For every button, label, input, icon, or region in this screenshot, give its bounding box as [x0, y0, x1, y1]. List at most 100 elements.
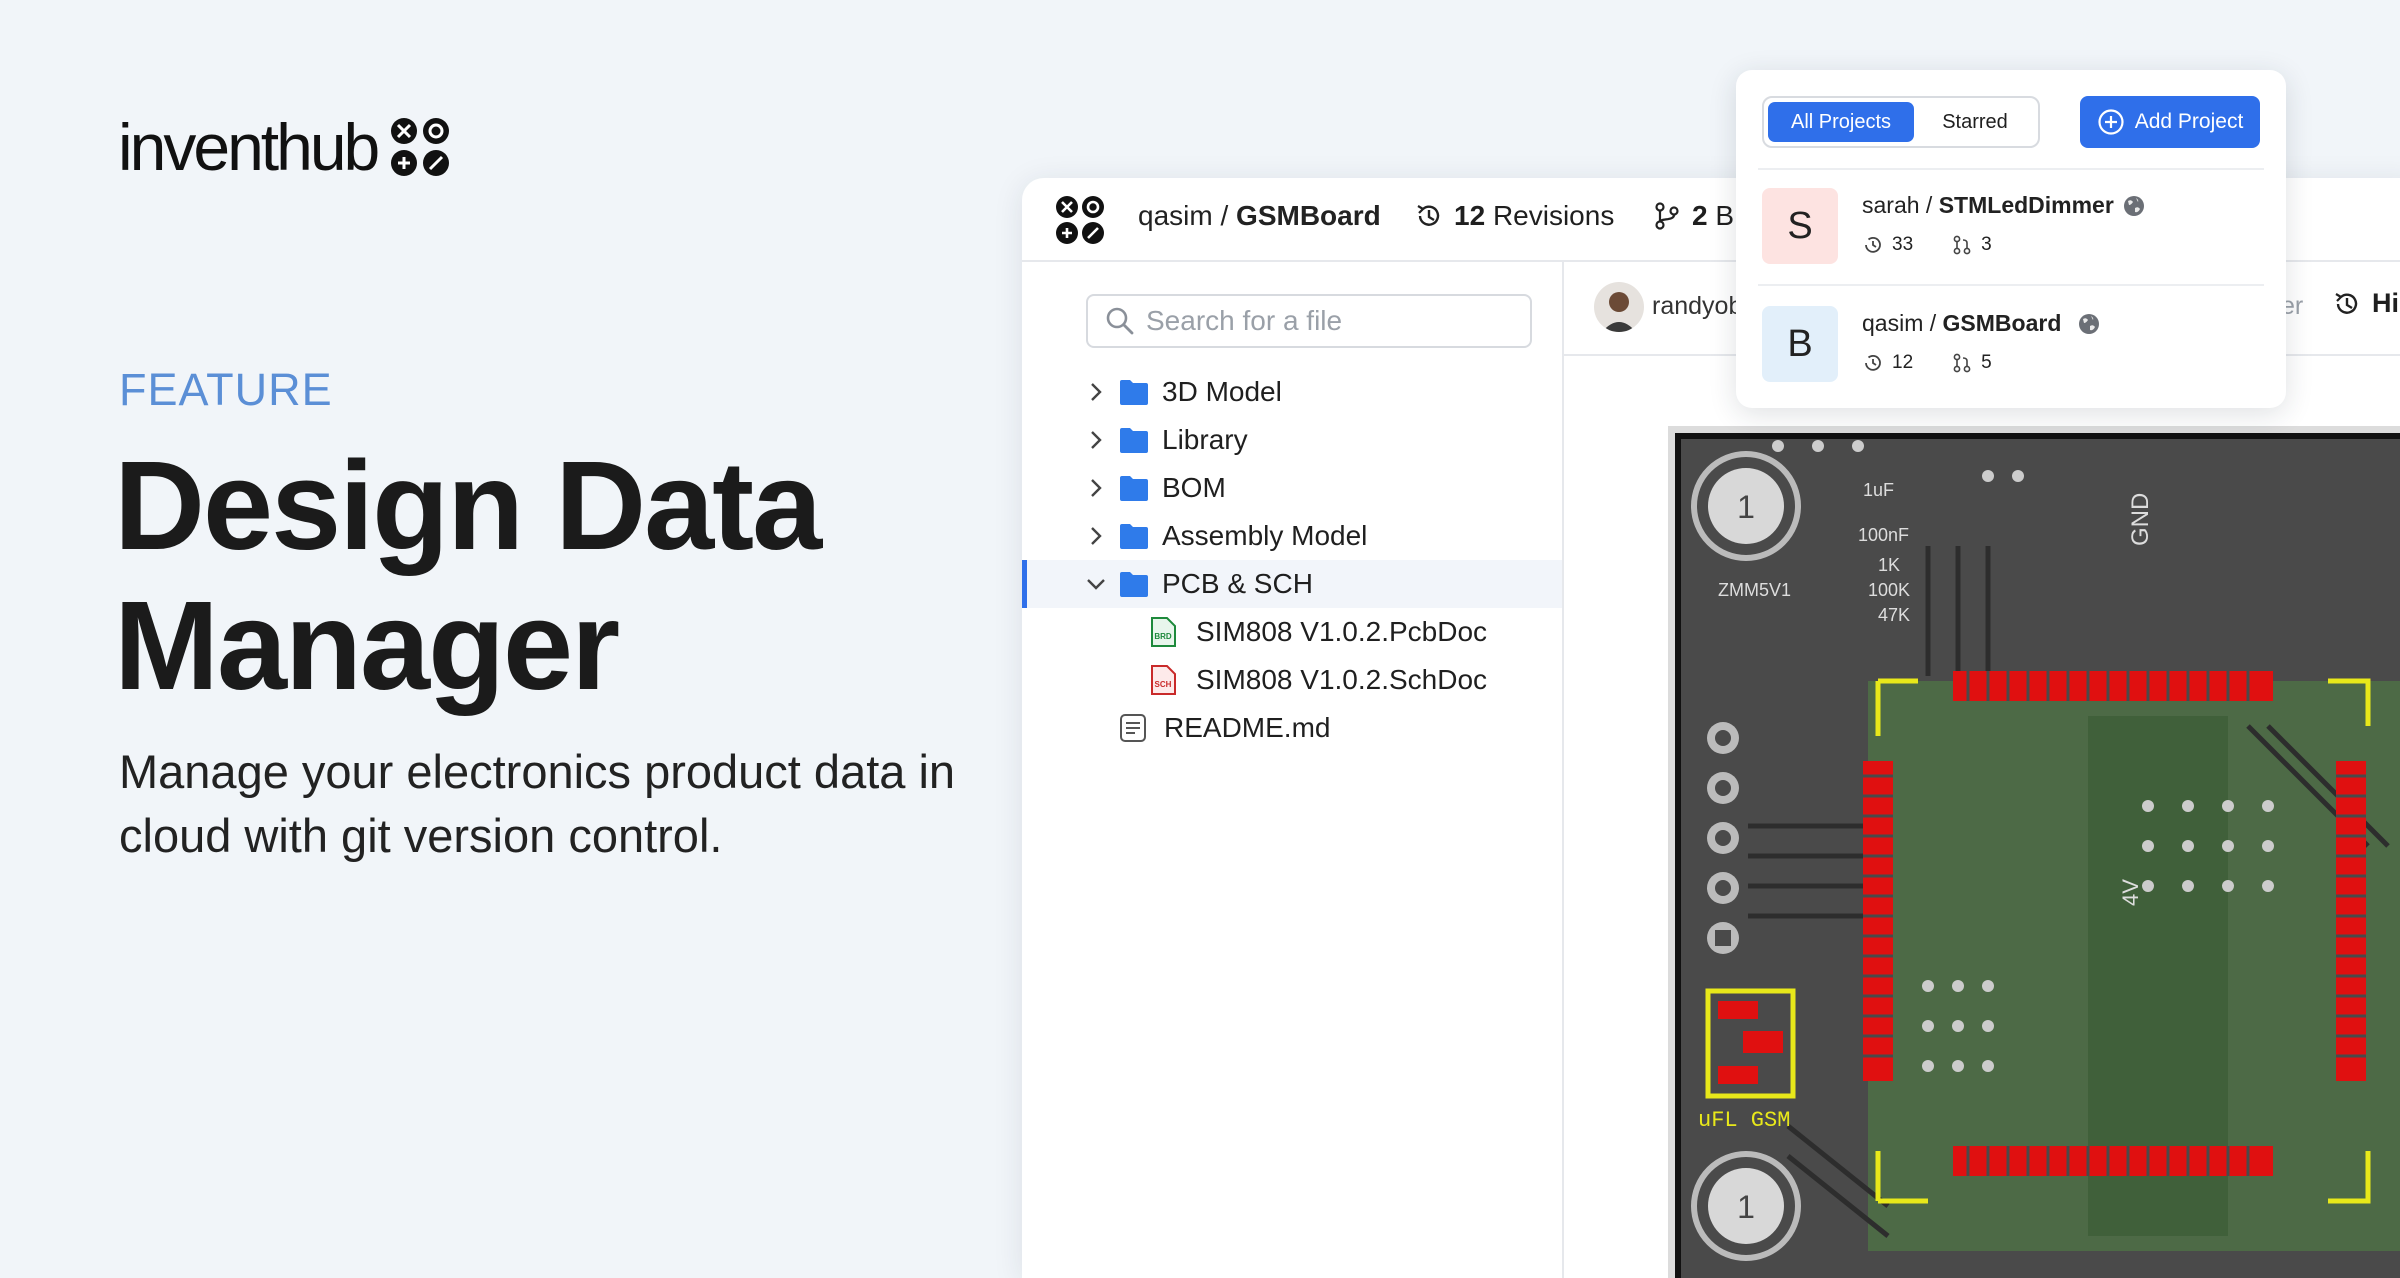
- branch-icon: [1953, 235, 1971, 255]
- globe-icon: [2079, 313, 2100, 334]
- history-icon: [2335, 292, 2358, 314]
- sch-file-icon: SCH: [1151, 665, 1176, 695]
- file-preview: randyob ter His: [1564, 262, 2400, 1278]
- project-item-stmleddimmer[interactable]: S sarah / STMLedDimmer 33 3: [1762, 188, 2262, 268]
- chevron-right-icon[interactable]: [1084, 428, 1108, 452]
- history-button[interactable]: His: [2332, 288, 2400, 319]
- branch-icon: [1953, 353, 1971, 373]
- folder-icon: [1120, 476, 1148, 501]
- project-owner: qasim: [1862, 310, 1924, 336]
- document-icon: [1120, 714, 1146, 742]
- tree-label: Assembly Model: [1162, 520, 1368, 551]
- svg-text:47K: 47K: [1878, 605, 1910, 625]
- tree-label: Library: [1162, 424, 1248, 455]
- branch-icon: [1655, 202, 1679, 230]
- subtitle-line-1: Manage your electronics product data in: [119, 745, 956, 798]
- tree-label: BOM: [1162, 472, 1226, 503]
- file-search[interactable]: [1086, 294, 1532, 348]
- divider: [1758, 168, 2264, 170]
- tree-file-schdoc[interactable]: SCH SIM808 V1.0.2.SchDoc: [1022, 656, 1562, 704]
- branches-count: 5: [1981, 352, 1992, 373]
- brand-logo: inventhub: [118, 112, 451, 182]
- file-badge: SCH: [1155, 680, 1172, 689]
- project-name: qasim / GSMBoard: [1862, 310, 2101, 337]
- file-browser: 3D Model Library BOM Assembly Model PCB: [1022, 262, 1564, 1278]
- history-icon: [1865, 236, 1881, 253]
- svg-text:100K: 100K: [1868, 580, 1910, 600]
- breadcrumb[interactable]: qasim / GSMBoard: [1138, 200, 1381, 232]
- branches-count: 3: [1981, 234, 1992, 255]
- crumb-separator: /: [1212, 200, 1237, 231]
- project-owner: sarah: [1862, 192, 1920, 218]
- svg-text:ZMM5V1: ZMM5V1: [1718, 580, 1791, 600]
- project-filter-tabs: All Projects Starred: [1762, 96, 2040, 148]
- svg-text:4V: 4V: [2118, 879, 2143, 906]
- tab-starred[interactable]: Starred: [1914, 102, 2036, 142]
- revisions-link[interactable]: 12 Revisions: [1414, 200, 1614, 232]
- revisions-count: 33: [1892, 234, 1914, 255]
- chevron-right-icon[interactable]: [1084, 380, 1108, 404]
- tree-label: SIM808 V1.0.2.SchDoc: [1196, 664, 1488, 695]
- tree-folder-pcb-sch[interactable]: PCB & SCH: [1022, 560, 1562, 608]
- project-avatar: B: [1762, 306, 1838, 382]
- tree-label: 3D Model: [1162, 376, 1282, 407]
- tree-folder-3d-model[interactable]: 3D Model: [1022, 368, 1562, 416]
- add-project-button[interactable]: Add Project: [2080, 96, 2260, 148]
- project-avatar: S: [1762, 188, 1838, 264]
- tree-label: PCB & SCH: [1162, 568, 1313, 599]
- globe-icon: [2123, 195, 2144, 216]
- tree-folder-library[interactable]: Library: [1022, 416, 1562, 464]
- history-icon: [1865, 354, 1881, 371]
- plus-circle-icon: [2098, 109, 2124, 135]
- pcb-layout-image: 1 1 uFL GSM 1uF 100nF 1K 100K 47K ZMM5V1…: [1668, 426, 2400, 1278]
- brand-mark-icon: [391, 118, 450, 176]
- folder-icon: [1120, 572, 1148, 597]
- revisions-count: 12: [1892, 352, 1914, 373]
- svg-text:100nF: 100nF: [1858, 525, 1909, 545]
- avatar[interactable]: [1594, 282, 1644, 332]
- branches-count: 2: [1692, 200, 1708, 231]
- file-badge: BRD: [1154, 632, 1172, 641]
- project-repo: STMLedDimmer: [1938, 192, 2114, 218]
- branches-link[interactable]: 2 B: [1652, 200, 1734, 232]
- svg-text:1K: 1K: [1878, 555, 1900, 575]
- revisions-count: 12: [1454, 200, 1486, 231]
- page-title: Design Data Manager: [114, 436, 974, 716]
- tree-file-pcbdoc[interactable]: BRD SIM808 V1.0.2.PcbDoc: [1022, 608, 1562, 656]
- tab-all-projects[interactable]: All Projects: [1768, 102, 1914, 142]
- project-separator: /: [1923, 310, 1943, 336]
- chevron-right-icon[interactable]: [1084, 476, 1108, 500]
- project-name: sarah / STMLedDimmer: [1862, 192, 2146, 219]
- project-stats: 12 5: [1862, 352, 1992, 374]
- divider: [1758, 284, 2264, 286]
- brand-wordmark: inventhub: [118, 110, 380, 184]
- feature-eyebrow: FEATURE: [119, 364, 333, 415]
- svg-text:GND: GND: [2127, 493, 2154, 546]
- tree-folder-bom[interactable]: BOM: [1022, 464, 1562, 512]
- project-item-gsmboard[interactable]: B qasim / GSMBoard 12 5: [1762, 306, 2262, 386]
- tree-file-readme[interactable]: README.md: [1022, 704, 1562, 752]
- title-line-2: Manager: [114, 575, 620, 716]
- svg-text:1: 1: [1737, 489, 1755, 525]
- revisions-label: Revisions: [1492, 200, 1615, 231]
- crumb-repo: GSMBoard: [1236, 200, 1381, 231]
- svg-text:1: 1: [1737, 1189, 1755, 1225]
- folder-icon: [1120, 524, 1148, 549]
- folder-icon: [1120, 428, 1148, 453]
- project-stats: 33 3: [1862, 234, 1992, 256]
- subtitle-line-2: cloud with git version control.: [119, 809, 723, 862]
- search-icon: [1106, 307, 1134, 335]
- chevron-right-icon[interactable]: [1084, 524, 1108, 548]
- svg-text:1uF: 1uF: [1863, 480, 1894, 500]
- history-icon: [1417, 205, 1440, 226]
- tree-folder-assembly-model[interactable]: Assembly Model: [1022, 512, 1562, 560]
- crumb-owner: qasim: [1138, 200, 1213, 231]
- app-logo-icon[interactable]: [1054, 194, 1106, 246]
- chevron-down-icon[interactable]: [1084, 572, 1108, 596]
- title-line-1: Design Data: [114, 435, 822, 576]
- brd-file-icon: BRD: [1151, 617, 1176, 647]
- commit-author[interactable]: randyob: [1652, 292, 1742, 321]
- tree-label: README.md: [1164, 712, 1331, 743]
- search-input[interactable]: [1144, 304, 1508, 338]
- project-separator: /: [1919, 192, 1939, 218]
